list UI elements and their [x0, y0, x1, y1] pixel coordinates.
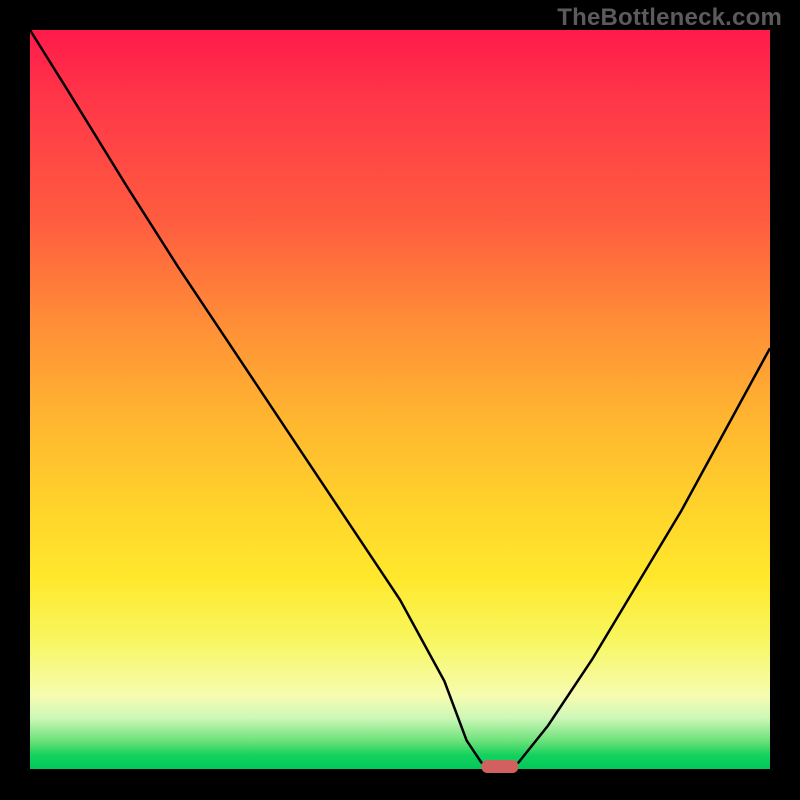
optimal-marker — [481, 760, 518, 773]
plot-wrap — [30, 30, 770, 770]
chart-frame: TheBottleneck.com — [0, 0, 800, 800]
plot-svg — [30, 30, 770, 770]
watermark-text: TheBottleneck.com — [557, 4, 782, 32]
bottleneck-curve — [30, 30, 770, 770]
